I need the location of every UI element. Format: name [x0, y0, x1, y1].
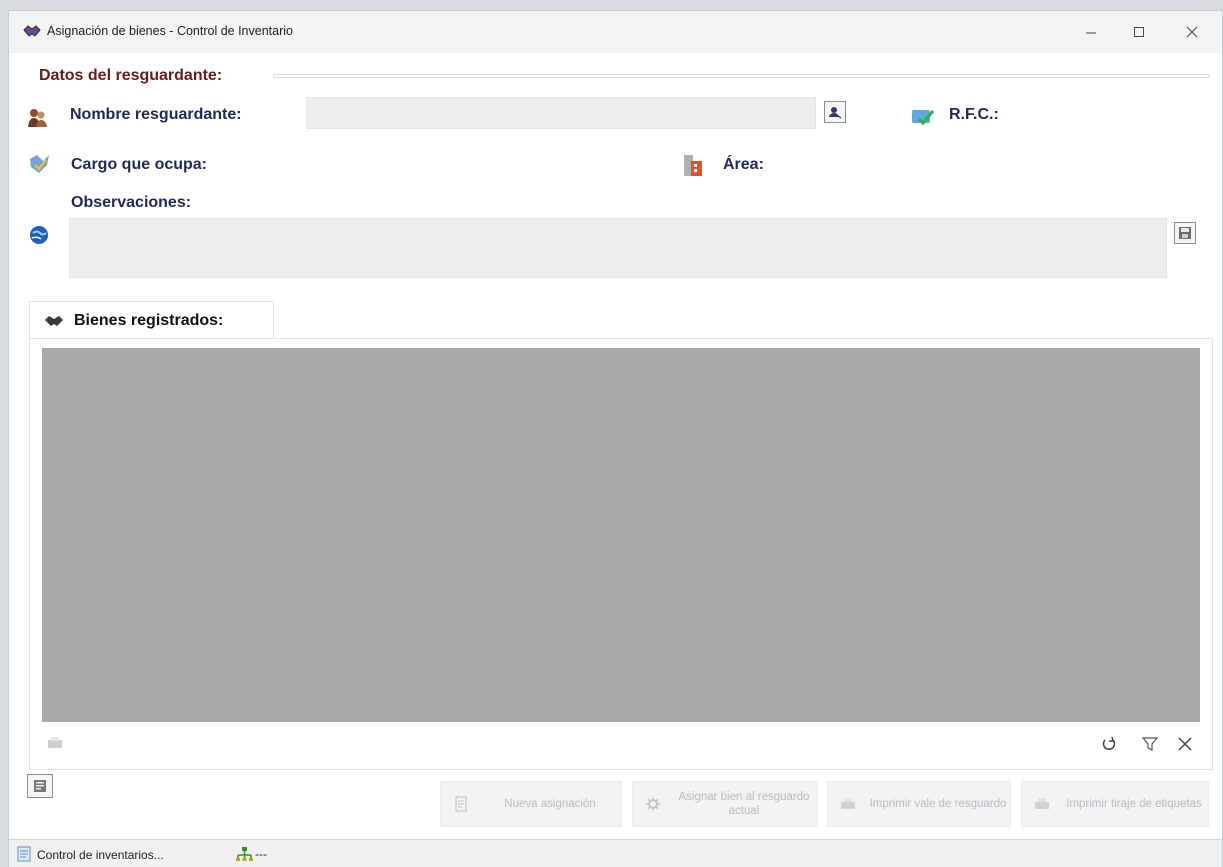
title-bar[interactable]: Asignación de bienes - Control de Invent… [9, 11, 1222, 53]
filter-button[interactable] [1141, 735, 1161, 755]
application-window: Asignación de bienes - Control de Invent… [8, 10, 1223, 867]
search-resguardante-button[interactable] [824, 101, 846, 123]
cargo-label: Cargo que ocupa: [71, 156, 208, 173]
section-divider [273, 74, 1210, 78]
handshake-icon [45, 316, 63, 326]
nombre-resguardante-field[interactable] [306, 97, 816, 129]
id-card-check-icon [912, 110, 935, 126]
imprimir-vale-label: Imprimir vale de resguardo [869, 798, 1007, 810]
refresh-icon [1102, 736, 1116, 751]
tie-icon [30, 155, 49, 173]
bienes-grid[interactable] [42, 348, 1200, 722]
status-right-text: --- [255, 847, 267, 861]
window-title: Asignación de bienes - Control de Invent… [47, 24, 293, 38]
network-icon [236, 847, 253, 861]
save-observaciones-button[interactable] [1174, 222, 1196, 244]
maximize-button[interactable] [1124, 19, 1154, 45]
section-title: Datos del resguardante: [39, 67, 223, 84]
rfc-label: R.F.C.: [949, 106, 999, 123]
handshake-icon [23, 25, 41, 37]
observaciones-field[interactable] [69, 218, 1167, 278]
minimize-button[interactable] [1076, 19, 1106, 45]
printer-icon [841, 798, 855, 809]
maximize-icon [1134, 27, 1144, 37]
new-document-icon [455, 796, 467, 812]
close-button[interactable] [1177, 19, 1207, 45]
nombre-resguardante-label: Nombre resguardante: [70, 106, 242, 123]
clear-filter-button[interactable] [1176, 735, 1196, 755]
person-search-icon [829, 107, 842, 119]
close-icon [1186, 26, 1198, 38]
bienes-panel [29, 338, 1213, 770]
tab-bienes-registrados[interactable]: Bienes registrados: [29, 301, 274, 339]
asignar-bien-button[interactable]: Asignar bien al resguardo actual [632, 781, 818, 827]
printer-icon [1035, 798, 1049, 809]
report-button[interactable] [27, 774, 53, 798]
people-icon [28, 109, 47, 127]
nueva-asignacion-label: Nueva asignación [504, 798, 596, 810]
status-bar: Control de inventarios... --- [9, 839, 1222, 867]
printer-icon [48, 737, 62, 748]
document-icon [17, 846, 31, 862]
nueva-asignacion-button[interactable]: Nueva asignación [440, 781, 622, 827]
area-label: Área: [723, 156, 764, 173]
asignar-bien-label: Asignar bien al resguardo actual [678, 791, 810, 817]
refresh-button[interactable] [1100, 735, 1120, 755]
minimize-icon [1086, 32, 1096, 34]
save-icon [1179, 227, 1191, 239]
document-icon [34, 780, 46, 792]
grid-footer [42, 727, 1200, 763]
globe-icon [30, 226, 48, 244]
imprimir-vale-button[interactable]: Imprimir vale de resguardo [827, 781, 1011, 827]
status-left-text: Control de inventarios... [37, 848, 164, 862]
filter-icon [1141, 737, 1159, 751]
print-grid-button[interactable] [46, 735, 66, 753]
observaciones-label: Observaciones: [71, 194, 192, 211]
gear-icon [646, 797, 660, 811]
tab-label: Bienes registrados: [74, 312, 224, 329]
imprimir-etiquetas-label: Imprimir tiraje de etiquetas [1066, 798, 1202, 810]
imprimir-etiquetas-button[interactable]: Imprimir tiraje de etiquetas [1021, 781, 1209, 827]
close-icon [1178, 737, 1192, 751]
building-icon [684, 155, 702, 176]
